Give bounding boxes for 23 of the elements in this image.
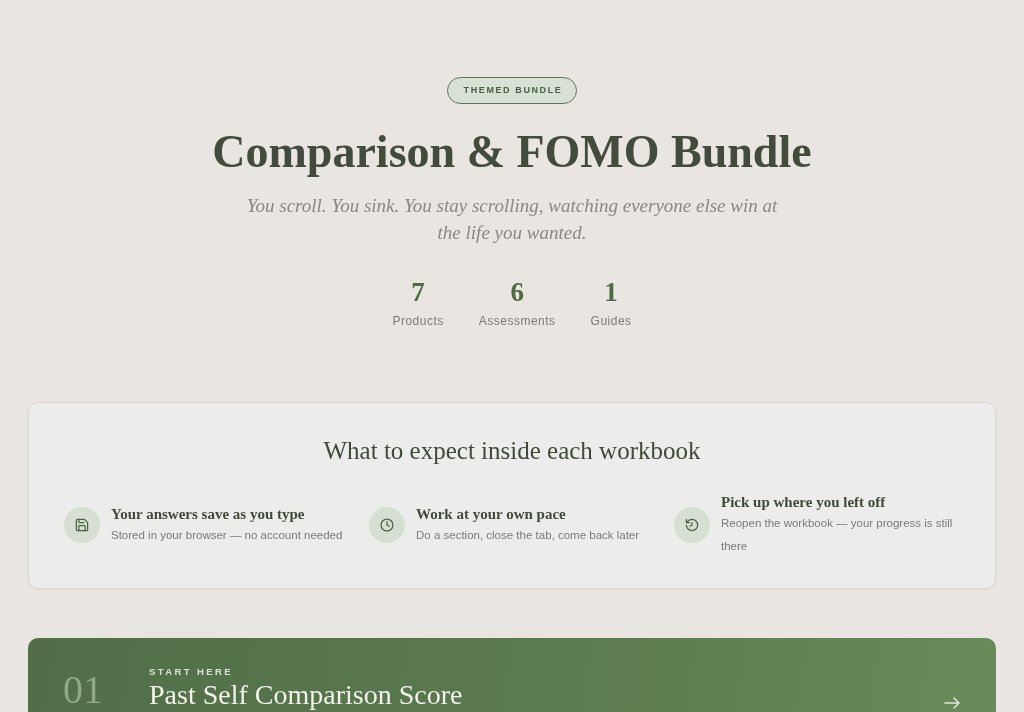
stat-number: 7 [411,276,425,308]
feature-description: Stored in your browser — no account needed [111,527,343,543]
feature-title: Work at your own pace [416,504,566,524]
product-title: Past Self Comparison Score [149,680,463,710]
stat-number: 1 [604,276,618,308]
product-card[interactable]: 01 START HERE Past Self Comparison Score [28,638,996,712]
card-heading: What to expect inside each workbook [322,436,702,466]
stat-number: 6 [510,276,524,308]
feature-title: Your answers save as you type [111,504,305,524]
product-eyebrow: START HERE [149,666,233,678]
stat-label: Products [392,313,444,329]
stat-label: Assessments [478,313,556,329]
product-number: 01 [63,670,104,710]
feature-description: Reopen the workbook — your progress is still there [721,516,954,554]
feature-description: Do a section, close the tab, come back later [416,527,640,543]
stat-label: Guides [590,313,632,329]
bundle-tag: THEMED BUNDLE [446,77,578,104]
feature-title: Pick up where you left off [721,493,886,512]
page-subtitle: You scroll. You sink. You stay scrolling, watching everyone else win at the life you wanted. [245,194,779,245]
clock-icon [369,507,405,543]
page-title: Comparison & FOMO Bundle [212,125,812,179]
arrow-right-icon [944,697,960,709]
floppy-disk-icon [64,507,100,543]
